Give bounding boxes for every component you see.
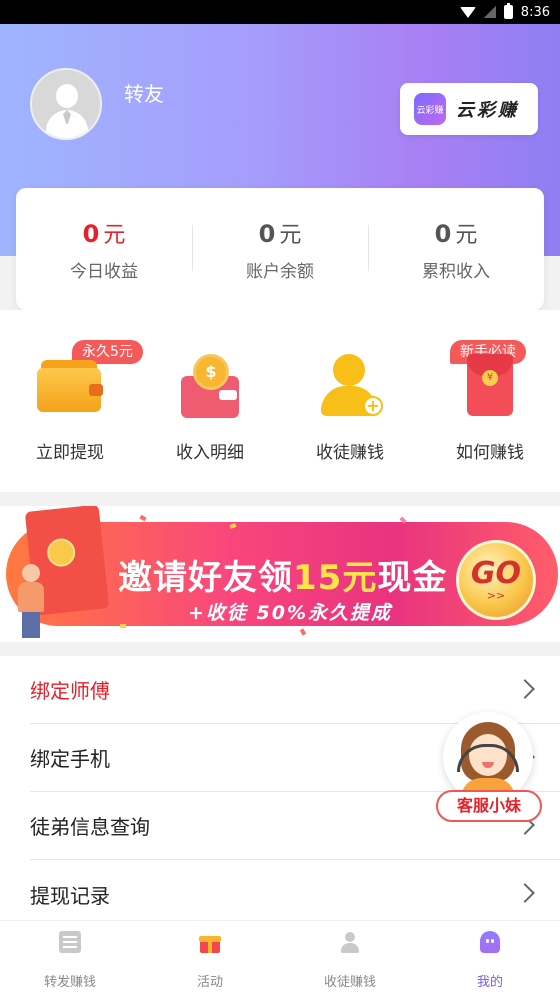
tab-label: 活动 xyxy=(196,975,223,990)
action-label: 如何赚钱 xyxy=(456,443,524,463)
avatar[interactable] xyxy=(30,68,102,140)
brand-badge[interactable]: 云彩赚 云彩赚 xyxy=(400,83,538,135)
username: 转友 xyxy=(124,82,164,106)
stat-total-income[interactable]: 0元 累积收入 xyxy=(368,217,544,282)
stat-today-income[interactable]: 0元 今日收益 xyxy=(16,217,192,282)
banner-title: 邀请好友领15元现金 xyxy=(118,558,448,598)
customer-service-avatar-icon xyxy=(443,712,533,802)
avatar-head xyxy=(56,84,78,108)
invite-banner[interactable]: 邀请好友领15元现金 +收徒 50%永久提成 GO >> xyxy=(0,506,560,642)
customer-service-label: 客服小妹 xyxy=(436,790,542,822)
tab-recruit[interactable]: 收徒赚钱 xyxy=(280,921,420,995)
action-label: 立即提现 xyxy=(36,443,104,463)
quick-actions: 永久5元 立即提现 $ 收入明细 + 收徒赚钱 新手必读 ¥ 如何赚钱 xyxy=(0,310,560,492)
bottom-tab-bar: 转发赚钱 活动 收徒赚钱 我的 xyxy=(0,920,560,995)
tab-label: 我的 xyxy=(476,975,503,990)
wifi-icon xyxy=(459,6,476,18)
action-withdraw[interactable]: 永久5元 立即提现 xyxy=(0,340,143,492)
stat-label: 账户余额 xyxy=(246,261,314,282)
recruit-icon: + xyxy=(315,350,385,420)
gift-icon xyxy=(199,931,221,953)
ghost-icon xyxy=(480,931,500,953)
action-income-detail[interactable]: $ 收入明细 xyxy=(140,340,280,492)
brand-name: 云彩赚 xyxy=(456,100,519,121)
tab-activity[interactable]: 活动 xyxy=(140,921,280,995)
stat-value: 0元 xyxy=(258,219,302,248)
menu-item-withdraw-records[interactable]: 提现记录 xyxy=(30,860,560,928)
status-bar: 8:36 xyxy=(0,0,560,24)
banner-person-icon xyxy=(14,564,48,638)
go-button[interactable]: GO >> xyxy=(456,540,536,620)
stat-value: 0元 xyxy=(434,219,478,248)
tab-mine[interactable]: 我的 xyxy=(420,921,560,995)
wallet-icon xyxy=(35,350,105,420)
tab-share-earn[interactable]: 转发赚钱 xyxy=(0,921,140,995)
tab-label: 收徒赚钱 xyxy=(323,975,376,990)
banner-subtitle: +收徒 50%永久提成 xyxy=(188,602,393,624)
brand-logo-icon: 云彩赚 xyxy=(414,93,446,125)
stat-label: 今日收益 xyxy=(70,261,138,282)
battery-icon xyxy=(503,3,513,19)
action-label: 收入明细 xyxy=(176,443,244,463)
action-recruit[interactable]: + 收徒赚钱 xyxy=(280,340,420,492)
status-time: 8:36 xyxy=(520,4,550,20)
tab-label: 转发赚钱 xyxy=(43,975,96,990)
chevron-right-icon xyxy=(515,883,535,903)
stat-value: 0元 xyxy=(82,219,126,248)
customer-service-button[interactable]: 客服小妹 xyxy=(436,712,542,824)
action-label: 收徒赚钱 xyxy=(316,443,384,463)
stat-account-balance[interactable]: 0元 账户余额 xyxy=(192,217,368,282)
menu-label: 绑定师傅 xyxy=(30,679,110,703)
menu-label: 绑定手机 xyxy=(30,747,110,771)
chevron-right-icon xyxy=(515,679,535,699)
menu-label: 徒弟信息查询 xyxy=(30,815,150,839)
menu-label: 提现记录 xyxy=(30,883,110,908)
income-detail-icon: $ xyxy=(175,350,245,420)
news-icon xyxy=(59,931,81,953)
signal-icon xyxy=(483,6,496,18)
red-envelope-icon: ¥ xyxy=(455,350,525,420)
stats-card: 0元 今日收益 0元 账户余额 0元 累积收入 xyxy=(16,188,544,310)
action-how-to-earn[interactable]: 新手必读 ¥ 如何赚钱 xyxy=(420,340,560,492)
person-icon xyxy=(339,931,361,953)
stat-label: 累积收入 xyxy=(422,261,490,282)
